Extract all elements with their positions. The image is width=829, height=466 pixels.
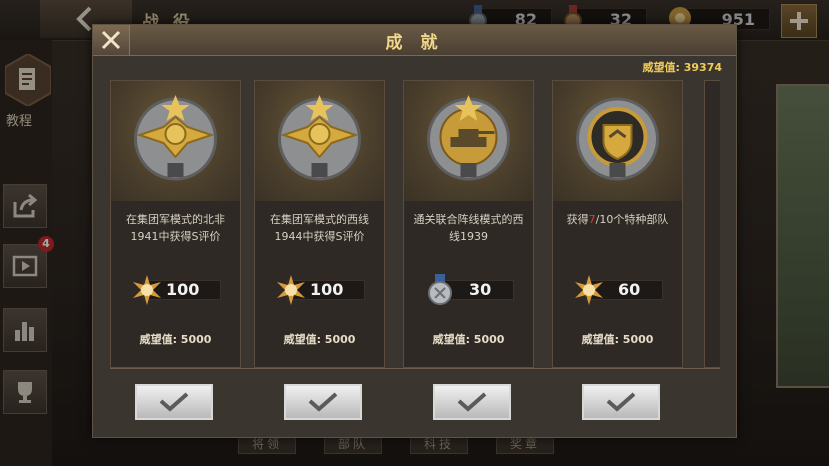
achievements-modal: 成 就 威望值: 39374 在集团军模式的北非1941中获得S评价 100 威… <box>92 24 737 438</box>
close-button[interactable] <box>93 25 130 55</box>
achievement-card: 通关联合阵线模式的西线1939 30 威望值: 5000 <box>403 80 534 368</box>
checkmark-icon <box>457 392 487 412</box>
card-image <box>553 81 682 201</box>
divider <box>110 368 720 369</box>
eagle-gold-medal-icon <box>278 95 361 181</box>
card-image <box>404 81 533 201</box>
achievement-prestige: 威望值: 5000 <box>283 333 356 346</box>
eagle-gold-medal-icon <box>134 95 217 181</box>
claim-button[interactable] <box>135 384 213 420</box>
claim-button[interactable] <box>433 384 511 420</box>
checkmark-icon <box>159 392 189 412</box>
achievement-description: 获得7/10个特种部队 <box>561 211 674 228</box>
achievement-description: 通关联合阵线模式的西线1939 <box>413 213 524 243</box>
progress-current: 7 <box>588 213 596 226</box>
achievement-card-partial <box>704 80 720 368</box>
achievement-card: 在集团军模式的北非1941中获得S评价 100 威望值: 5000 <box>110 80 241 368</box>
gold-star-icon <box>575 275 603 305</box>
modal-header: 成 就 <box>93 25 736 56</box>
medal-blue-icon <box>428 274 452 305</box>
checkmark-icon <box>308 392 338 412</box>
shield-gold-medal-icon <box>576 97 659 181</box>
achievement-prestige: 威望值: 5000 <box>139 333 212 346</box>
claim-button[interactable] <box>284 384 362 420</box>
achievement-description: 在集团军模式的北非1941中获得S评价 <box>126 213 225 243</box>
achievement-card: 获得7/10个特种部队 60 威望值: 5000 <box>552 80 683 368</box>
desc-text: 获得 <box>566 213 589 226</box>
achievement-description: 在集团军模式的西线1944中获得S评价 <box>270 213 369 243</box>
achievement-list: 在集团军模式的北非1941中获得S评价 100 威望值: 5000 在集团军模式… <box>110 80 720 370</box>
checkmark-icon <box>606 392 636 412</box>
prestige-total: 威望值: 39374 <box>642 61 723 74</box>
desc-text: /10个特种部队 <box>595 213 669 226</box>
card-image <box>255 81 384 201</box>
gold-star-icon <box>133 275 161 305</box>
achievement-prestige: 威望值: 5000 <box>432 333 505 346</box>
achievement-card: 在集团军模式的西线1944中获得S评价 100 威望值: 5000 <box>254 80 385 368</box>
achievement-prestige: 威望值: 5000 <box>581 333 654 346</box>
card-image <box>111 81 240 201</box>
tank-gold-medal-icon <box>427 95 510 181</box>
modal-title: 成 就 <box>385 33 444 53</box>
gold-star-icon <box>277 275 305 305</box>
claim-button[interactable] <box>582 384 660 420</box>
close-icon <box>101 30 121 50</box>
